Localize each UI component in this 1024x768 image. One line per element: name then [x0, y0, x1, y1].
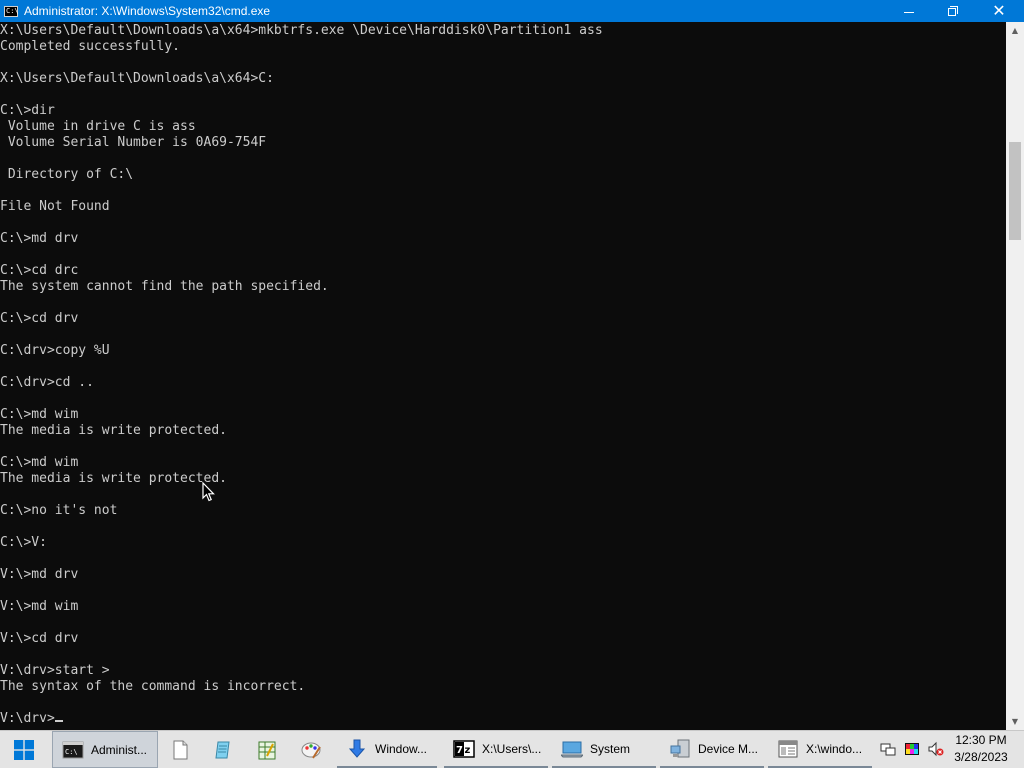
console-area[interactable]: X:\Users\Default\Downloads\a\x64>mkbtrfs…	[0, 22, 1006, 730]
console-line: C:\>cd drv	[0, 311, 79, 326]
taskbar-item-cmd[interactable]: C:\ Administ...	[52, 731, 158, 768]
console-line: C:\>md wim	[0, 407, 79, 422]
console-line: The syntax of the command is incorrect.	[0, 679, 306, 694]
taskbar-item-notepad[interactable]	[203, 731, 245, 768]
taskbar-item-label: X:\Users\...	[482, 741, 542, 756]
taskbar-item-paint[interactable]	[291, 731, 335, 768]
device-manager-icon	[670, 739, 690, 757]
svg-text:C:\: C:\	[65, 748, 78, 756]
cmd-app-icon: C:\	[4, 5, 19, 17]
console-output: X:\Users\Default\Downloads\a\x64>mkbtrfs…	[0, 23, 603, 727]
console-line: V:\>cd drv	[0, 631, 79, 646]
console-line: The media is write protected.	[0, 423, 227, 438]
download-arrow-icon	[348, 739, 366, 758]
console-line: V:\drv>start >	[0, 663, 110, 678]
console-line: X:\Users\Default\Downloads\a\x64>C:	[0, 71, 274, 86]
restore-icon	[948, 6, 958, 16]
network-icon[interactable]	[880, 741, 896, 757]
console-prompt: V:\drv>	[0, 711, 55, 726]
taskbar-item-device-manager[interactable]: Device M...	[660, 731, 764, 768]
console-line: Completed successfully.	[0, 39, 181, 54]
console-line: V:\>md wim	[0, 599, 79, 614]
start-button[interactable]	[0, 731, 48, 768]
scroll-down-arrow-icon[interactable]: ▼	[1006, 713, 1024, 730]
console-line: The system cannot find the path specifie…	[0, 279, 329, 294]
console-line: C:\drv>copy %U	[0, 343, 110, 358]
close-button[interactable]: ✕	[976, 0, 1022, 22]
svg-text:z: z	[465, 745, 471, 756]
clock-date: 3/28/2023	[954, 750, 1008, 764]
vertical-scrollbar[interactable]: ▲ ▼	[1006, 22, 1024, 730]
taskbar-item-system[interactable]: System	[552, 731, 656, 768]
console-lines: X:\Users\Default\Downloads\a\x64>mkbtrfs…	[0, 23, 603, 694]
window-title: Administrator: X:\Windows\System32\cmd.e…	[24, 4, 271, 18]
title-bar[interactable]: C:\ Administrator: X:\Windows\System32\c…	[0, 0, 1024, 22]
scrollbar-thumb[interactable]	[1009, 142, 1021, 240]
explorer-window-icon	[778, 740, 798, 757]
7zip-icon: 7 z	[453, 739, 475, 758]
close-icon: ✕	[992, 1, 1006, 20]
console-line: Volume Serial Number is 0A69-754F	[7, 135, 267, 150]
taskbar-item-blank-document[interactable]	[160, 731, 200, 768]
text-caret	[54, 720, 63, 722]
notepad-icon	[215, 741, 230, 758]
minimize-button[interactable]	[886, 0, 932, 22]
taskbar-item-label: Administ...	[91, 742, 148, 757]
windows-logo-icon	[14, 739, 34, 760]
spreadsheet-icon	[258, 741, 276, 759]
color-palette-icon[interactable]	[904, 741, 920, 757]
system-clock[interactable]: 12:30 PM 3/28/2023	[950, 732, 1012, 766]
console-line: Volume in drive C is ass	[7, 119, 196, 134]
scroll-up-arrow-icon[interactable]: ▲	[1006, 22, 1024, 39]
volume-muted-icon[interactable]	[928, 741, 944, 757]
console-line: Directory of C:\	[7, 167, 134, 182]
taskbar: C:\ Administ... Window... 7 z X:\Users\.…	[0, 730, 1024, 768]
system-computer-icon	[561, 741, 583, 757]
console-line: C:\>md wim	[0, 455, 79, 470]
minimize-icon	[904, 11, 914, 13]
mouse-pointer-icon	[202, 482, 215, 502]
taskbar-item-label: System	[590, 741, 631, 756]
taskbar-item-label: X:\windo...	[806, 741, 863, 756]
console-line: C:\>md drv	[0, 231, 79, 246]
blank-document-icon	[173, 740, 188, 759]
taskbar-item-label: Window...	[375, 741, 428, 756]
taskbar-item-7zip[interactable]: 7 z X:\Users\...	[444, 731, 548, 768]
restore-button[interactable]	[930, 0, 976, 22]
taskbar-item-spreadsheet[interactable]	[247, 731, 289, 768]
console-line: C:\>no it's not	[0, 503, 118, 518]
console-line: The media is write protected.	[0, 471, 227, 486]
clock-time: 12:30 PM	[955, 733, 1007, 747]
console-line: C:\>V:	[0, 535, 47, 550]
cmd-icon: C:\	[62, 741, 84, 758]
taskbar-item-label: Device M...	[698, 741, 759, 756]
svg-text:7: 7	[456, 745, 463, 756]
console-line: C:\>cd drc	[0, 263, 79, 278]
console-line: X:\Users\Default\Downloads\a\x64>mkbtrfs…	[0, 23, 603, 38]
taskbar-item-windows-download[interactable]: Window...	[337, 731, 437, 768]
paint-icon	[301, 742, 321, 759]
console-line: File Not Found	[0, 199, 110, 214]
console-line: C:\>dir	[0, 103, 55, 118]
console-line: V:\>md drv	[0, 567, 79, 582]
console-line: C:\drv>cd ..	[0, 375, 94, 390]
taskbar-item-explorer[interactable]: X:\windo...	[768, 731, 872, 768]
